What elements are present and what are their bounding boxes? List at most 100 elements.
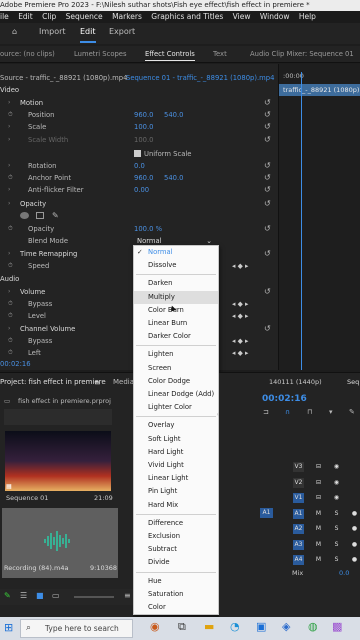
menu-graphics[interactable]: Graphics and Titles: [151, 12, 223, 21]
speed-toggle-icon[interactable]: ⏱: [8, 260, 13, 272]
source-clip-label[interactable]: Source - traffic_-_88921 (1080p).mp4: [0, 72, 127, 84]
blend-option-hard-mix[interactable]: Hard Mix: [134, 499, 218, 512]
blend-option-normal[interactable]: ✓ Normal: [134, 246, 218, 259]
tab-lumetri-scopes[interactable]: Lumetri Scopes: [74, 50, 127, 58]
solo-button[interactable]: S: [331, 555, 342, 565]
motion-reset-icon[interactable]: ↺: [264, 97, 271, 109]
position-x-value[interactable]: 960.0: [134, 109, 153, 121]
volume-chevron-icon[interactable]: ›: [8, 286, 10, 298]
blend-option-darker-color[interactable]: Darker Color: [134, 330, 218, 343]
sequence-clip-label[interactable]: Sequence 01 - traffic_-_88921 (1080p).mp…: [126, 72, 274, 84]
record-icon[interactable]: ●: [349, 509, 360, 519]
eye-icon[interactable]: ◉: [331, 493, 342, 503]
eye-icon[interactable]: ◉: [331, 478, 342, 488]
antiflicker-reset-icon[interactable]: ↺: [264, 184, 271, 196]
scale-width-chevron-icon[interactable]: ›: [8, 134, 10, 146]
scale-width-value[interactable]: 100.0: [134, 134, 153, 146]
blend-option-color[interactable]: Color: [134, 601, 218, 614]
source-patch-a1[interactable]: A1: [260, 508, 273, 518]
anchor-x-value[interactable]: 960.0: [134, 172, 153, 184]
level-toggle-icon[interactable]: ⏱: [8, 310, 13, 322]
bypass-toggle-icon[interactable]: ⏱: [8, 298, 13, 310]
sort-icon[interactable]: ≡: [124, 591, 131, 600]
uniform-scale-checkbox[interactable]: [134, 150, 141, 157]
opacity-chevron-icon[interactable]: ›: [8, 198, 10, 210]
scale-width-reset-icon[interactable]: ↺: [264, 134, 271, 146]
antiflicker-chevron-icon[interactable]: ›: [8, 184, 10, 196]
scale-reset-icon[interactable]: ↺: [264, 121, 271, 133]
track-label[interactable]: V3: [293, 462, 304, 472]
volume-reset-icon[interactable]: ↺: [264, 286, 271, 298]
time-remap-reset-icon[interactable]: ↺: [264, 248, 271, 260]
blend-option-overlay[interactable]: Overlay: [134, 419, 218, 432]
track-label[interactable]: A3: [293, 539, 304, 550]
premiere-icon[interactable]: ▩: [332, 620, 342, 633]
track-header-a2[interactable]: A2 M S ●: [257, 523, 360, 535]
motion-chevron-icon[interactable]: ›: [8, 97, 10, 109]
menu-window[interactable]: Window: [260, 12, 290, 21]
blend-option-vivid-light[interactable]: Vivid Light: [134, 459, 218, 472]
bypass2-keyframe-icon[interactable]: ◂ ◆ ▸: [232, 335, 248, 347]
sync-lock-icon[interactable]: ⊟: [313, 493, 324, 503]
workspace-export[interactable]: Export: [109, 27, 135, 36]
blend-option-divide[interactable]: Divide: [134, 556, 218, 569]
project-tab[interactable]: Project: fish effect in premiere: [0, 378, 106, 386]
playhead[interactable]: [301, 72, 302, 370]
tab-sequence[interactable]: Seq: [347, 378, 359, 386]
track-header-v3[interactable]: V3 ⊟ ◉: [257, 461, 360, 473]
link-icon[interactable]: ⊓: [307, 408, 312, 416]
blend-option-saturation[interactable]: Saturation: [134, 588, 218, 601]
blend-option-linear-dodge-add[interactable]: Linear Dodge (Add): [134, 388, 218, 401]
menu-markers[interactable]: Markers: [112, 12, 142, 21]
scale-value[interactable]: 100.0: [134, 121, 153, 133]
ellipse-mask-icon[interactable]: [20, 212, 29, 219]
blend-option-dissolve[interactable]: Dissolve: [134, 259, 218, 272]
anchor-toggle-icon[interactable]: ⏱: [8, 172, 13, 184]
pencil-icon[interactable]: ✎: [4, 591, 11, 600]
solo-button[interactable]: S: [331, 540, 342, 550]
menu-view[interactable]: View: [233, 12, 251, 21]
level-keyframe-icon[interactable]: ◂ ◆ ▸: [232, 310, 248, 322]
blend-option-difference[interactable]: Difference: [134, 517, 218, 530]
track-label[interactable]: V1: [293, 493, 304, 503]
track-label[interactable]: A1: [293, 508, 304, 519]
tab-source[interactable]: ource: (no clips): [0, 50, 55, 58]
sync-lock-icon[interactable]: ⊟: [313, 478, 324, 488]
rectangle-mask-icon[interactable]: [36, 212, 44, 219]
eye-icon[interactable]: ◉: [331, 462, 342, 472]
freeform-view-icon[interactable]: ▭: [52, 591, 60, 600]
magnet-icon[interactable]: ∩: [285, 408, 290, 416]
menu-icon[interactable]: ≡: [94, 378, 101, 387]
mute-button[interactable]: M: [313, 524, 324, 534]
menu-edit[interactable]: Edit: [18, 12, 33, 21]
position-reset-icon[interactable]: ↺: [264, 109, 271, 121]
scale-chevron-icon[interactable]: ›: [8, 121, 10, 133]
sync-lock-icon[interactable]: ⊟: [313, 462, 324, 472]
item1-name[interactable]: Sequence 01: [6, 494, 48, 502]
blend-option-darken[interactable]: Darken: [134, 277, 218, 290]
position-y-value[interactable]: 540.0: [164, 109, 183, 121]
sequence-thumbnail[interactable]: [5, 431, 111, 491]
effect-controls-timecode[interactable]: 00:02:16: [0, 358, 31, 370]
rotation-value[interactable]: 0.0: [134, 160, 145, 172]
file-explorer-icon[interactable]: ▬: [204, 620, 214, 633]
workspace-import[interactable]: Import: [39, 27, 66, 36]
blend-option-screen[interactable]: Screen: [134, 362, 218, 375]
taskbar-search-box[interactable]: ⌕ Type here to search: [20, 619, 133, 638]
track-label[interactable]: A4: [293, 555, 304, 565]
channel-volume-reset-icon[interactable]: ↺: [264, 323, 271, 335]
mute-button[interactable]: M: [313, 555, 324, 565]
track-header-a4[interactable]: A4 M S ●: [257, 554, 360, 566]
blend-option-pin-light[interactable]: Pin Light: [134, 485, 218, 498]
record-icon[interactable]: ●: [349, 555, 360, 565]
pen-mask-icon[interactable]: ✎: [52, 210, 59, 222]
keyframe-nav-icon[interactable]: ◂ ◆ ▸: [232, 260, 248, 272]
tab-effect-controls[interactable]: Effect Controls: [145, 50, 195, 61]
menu-help[interactable]: Help: [299, 12, 316, 21]
zoom-slider[interactable]: [74, 596, 114, 598]
windows-start-icon[interactable]: ⊞: [4, 621, 13, 634]
blend-option-hue[interactable]: Hue: [134, 575, 218, 588]
blend-option-linear-burn[interactable]: Linear Burn: [134, 317, 218, 330]
track-header-v2[interactable]: V2 ⊟ ◉: [257, 477, 360, 489]
chrome-icon[interactable]: ◍: [308, 620, 318, 633]
